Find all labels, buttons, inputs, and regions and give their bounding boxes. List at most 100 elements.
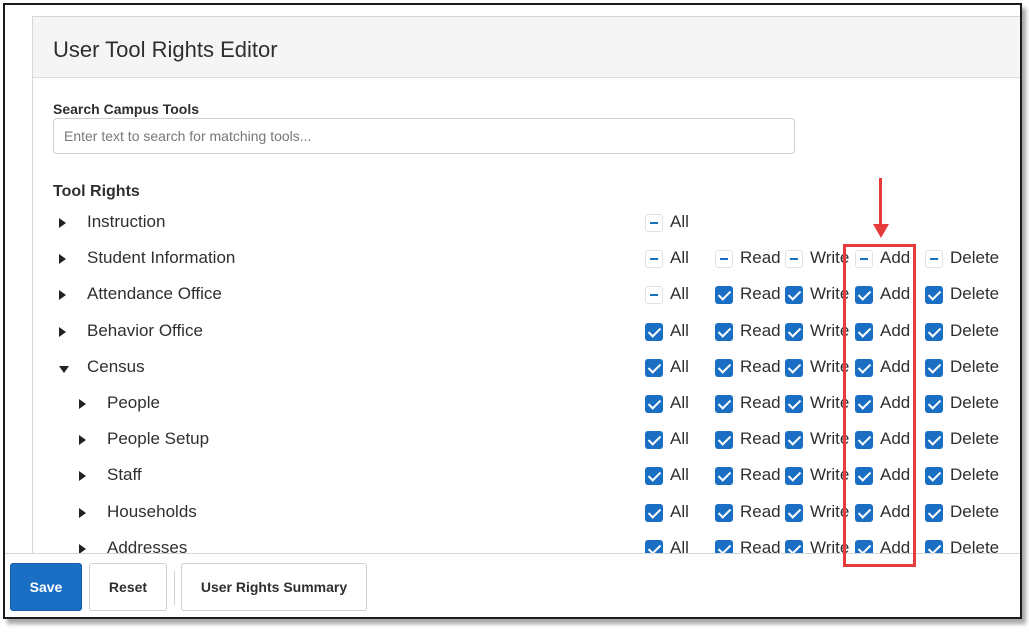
checkbox-checked-icon[interactable] bbox=[855, 395, 873, 413]
rights-checkboxes: All Read Write Add Delete bbox=[33, 391, 1020, 425]
checkbox-checked-icon[interactable] bbox=[715, 286, 733, 305]
rights-add-label: Add bbox=[880, 356, 911, 376]
rights-read-label: Read bbox=[740, 356, 781, 376]
checkbox-checked-icon[interactable] bbox=[925, 395, 943, 413]
rights-write-label: Write bbox=[810, 429, 850, 449]
rights-add-label: Add bbox=[880, 465, 911, 485]
checkbox-checked-icon[interactable] bbox=[715, 503, 733, 522]
rights-delete-label: Delete bbox=[950, 320, 1000, 340]
rights-write-label: Write bbox=[810, 284, 850, 304]
rights-checkboxes: All Read Write Add Delete bbox=[33, 282, 1020, 316]
user-rights-summary-button[interactable]: User Rights Summary bbox=[181, 563, 367, 611]
checkbox-partial-icon[interactable] bbox=[715, 250, 733, 269]
rights-checkboxes: All Read Write Add Delete bbox=[33, 463, 1020, 497]
rights-add-label: Add bbox=[880, 393, 911, 412]
checkbox-checked-icon[interactable] bbox=[645, 395, 663, 413]
rights-read-label: Read bbox=[740, 320, 781, 340]
checkbox-checked-icon[interactable] bbox=[645, 503, 663, 522]
checkbox-checked-icon[interactable] bbox=[785, 358, 803, 377]
checkbox-checked-icon[interactable] bbox=[855, 503, 873, 522]
checkbox-partial-icon[interactable] bbox=[785, 250, 803, 269]
save-button[interactable]: Save bbox=[10, 563, 82, 611]
page-title: User Tool Rights Editor bbox=[53, 37, 278, 62]
rights-write-label: Write bbox=[810, 393, 850, 412]
tool-rights-panel: User Tool Rights Editor Search Campus To… bbox=[32, 16, 1020, 578]
checkbox-partial-icon[interactable] bbox=[645, 214, 663, 232]
checkbox-checked-icon[interactable] bbox=[645, 467, 663, 486]
rights-write-label: Write bbox=[810, 356, 850, 376]
rights-checkboxes: All Read Write Add Delete bbox=[33, 500, 1020, 534]
rights-checkboxes: All Read Write Add Delete bbox=[33, 246, 1020, 280]
checkbox-checked-icon[interactable] bbox=[785, 286, 803, 305]
button-divider bbox=[174, 571, 175, 605]
checkbox-checked-icon[interactable] bbox=[645, 431, 663, 450]
tool-row: Staff All Read Write Add Delete bbox=[33, 463, 1020, 497]
rights-all-label: All bbox=[670, 393, 689, 412]
checkbox-checked-icon[interactable] bbox=[855, 286, 873, 305]
search-input[interactable] bbox=[53, 118, 795, 154]
screenshot-frame: User Tool Rights Editor Search Campus To… bbox=[3, 3, 1022, 619]
checkbox-checked-icon[interactable] bbox=[715, 395, 733, 413]
tool-rights-heading: Tool Rights bbox=[53, 183, 140, 200]
panel-header: User Tool Rights Editor bbox=[33, 17, 1020, 78]
tool-row: People Setup All Read Write Add Delete bbox=[33, 427, 1020, 461]
rights-all-label: All bbox=[670, 212, 689, 231]
checkbox-checked-icon[interactable] bbox=[645, 358, 663, 377]
checkbox-checked-icon[interactable] bbox=[785, 431, 803, 450]
checkbox-checked-icon[interactable] bbox=[855, 358, 873, 377]
rights-read-label: Read bbox=[740, 284, 781, 304]
checkbox-checked-icon[interactable] bbox=[785, 503, 803, 522]
checkbox-checked-icon[interactable] bbox=[925, 322, 943, 341]
action-bar: Save Reset User Rights Summary bbox=[5, 553, 1020, 617]
rights-add-label: Add bbox=[880, 248, 911, 268]
rights-all-label: All bbox=[670, 356, 689, 376]
checkbox-checked-icon[interactable] bbox=[785, 467, 803, 486]
checkbox-partial-icon[interactable] bbox=[925, 250, 943, 269]
checkbox-partial-icon[interactable] bbox=[645, 250, 663, 269]
checkbox-checked-icon[interactable] bbox=[785, 395, 803, 413]
rights-delete-label: Delete bbox=[950, 248, 1000, 268]
rights-all-label: All bbox=[670, 248, 689, 268]
rights-read-label: Read bbox=[740, 393, 781, 412]
rights-checkboxes: All Read Write Add Delete bbox=[33, 427, 1020, 461]
rights-all-label: All bbox=[670, 465, 689, 485]
rights-add-label: Add bbox=[880, 501, 911, 521]
rights-read-label: Read bbox=[740, 248, 781, 268]
rights-add-label: Add bbox=[880, 320, 911, 340]
checkbox-checked-icon[interactable] bbox=[715, 431, 733, 450]
rights-write-label: Write bbox=[810, 501, 850, 521]
rights-all-label: All bbox=[670, 429, 689, 449]
checkbox-checked-icon[interactable] bbox=[925, 503, 943, 522]
annotation-arrow-shaft bbox=[879, 178, 882, 226]
rights-read-label: Read bbox=[740, 429, 781, 449]
rights-write-label: Write bbox=[810, 320, 850, 340]
tool-row: Attendance Office All Read Write Add Delete bbox=[33, 282, 1020, 316]
rights-write-label: Write bbox=[810, 465, 850, 485]
search-label: Search Campus Tools bbox=[53, 101, 200, 117]
tool-row: Households All Read Write Add Delete bbox=[33, 500, 1020, 534]
checkbox-checked-icon[interactable] bbox=[925, 286, 943, 305]
checkbox-checked-icon[interactable] bbox=[925, 358, 943, 377]
checkbox-checked-icon[interactable] bbox=[855, 322, 873, 341]
checkbox-partial-icon[interactable] bbox=[645, 286, 663, 305]
rights-all-label: All bbox=[670, 284, 689, 304]
rights-delete-label: Delete bbox=[950, 465, 1000, 485]
checkbox-checked-icon[interactable] bbox=[925, 467, 943, 486]
rights-all-label: All bbox=[670, 501, 689, 521]
checkbox-checked-icon[interactable] bbox=[855, 431, 873, 450]
checkbox-checked-icon[interactable] bbox=[855, 467, 873, 486]
reset-button[interactable]: Reset bbox=[89, 563, 167, 611]
checkbox-checked-icon[interactable] bbox=[925, 431, 943, 450]
tool-row: Behavior Office All Read Write Add Delete bbox=[33, 319, 1020, 353]
tool-row: People All Read Write Add Delete bbox=[33, 391, 1020, 425]
checkbox-partial-icon[interactable] bbox=[855, 250, 873, 269]
rights-delete-label: Delete bbox=[950, 284, 1000, 304]
checkbox-checked-icon[interactable] bbox=[715, 358, 733, 377]
rights-delete-label: Delete bbox=[950, 356, 1000, 376]
checkbox-checked-icon[interactable] bbox=[785, 322, 803, 341]
checkbox-checked-icon[interactable] bbox=[715, 322, 733, 341]
checkbox-checked-icon[interactable] bbox=[645, 322, 663, 341]
checkbox-checked-icon[interactable] bbox=[715, 467, 733, 486]
annotation-arrow-head-icon bbox=[873, 224, 889, 238]
rights-delete-label: Delete bbox=[950, 393, 1000, 412]
